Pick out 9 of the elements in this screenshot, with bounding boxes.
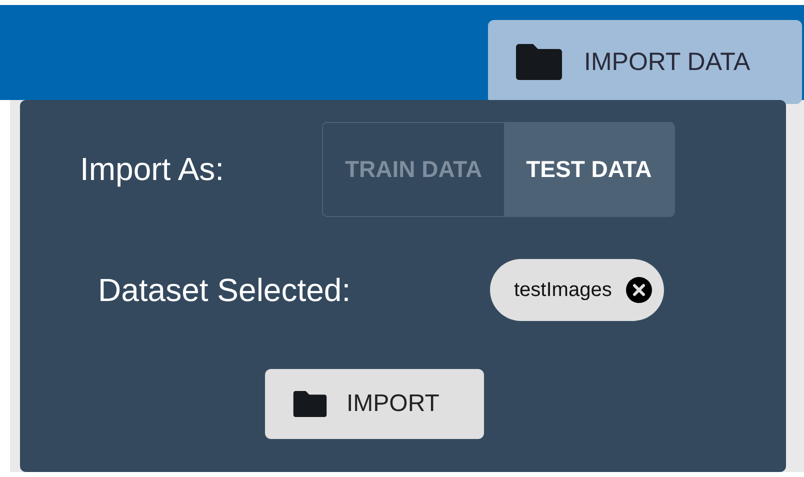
import-data-button[interactable]: IMPORT DATA bbox=[488, 20, 802, 104]
folder-icon bbox=[292, 391, 326, 417]
dataset-selected-label: Dataset Selected: bbox=[98, 272, 352, 308]
folder-icon bbox=[516, 44, 562, 80]
mode-toggle-option[interactable]: TEST DATA bbox=[504, 123, 674, 216]
close-icon[interactable] bbox=[626, 277, 652, 303]
import-button[interactable]: IMPORT bbox=[264, 369, 484, 439]
import-as-label: Import As: bbox=[80, 151, 226, 188]
dataset-name: testImages bbox=[514, 278, 612, 302]
